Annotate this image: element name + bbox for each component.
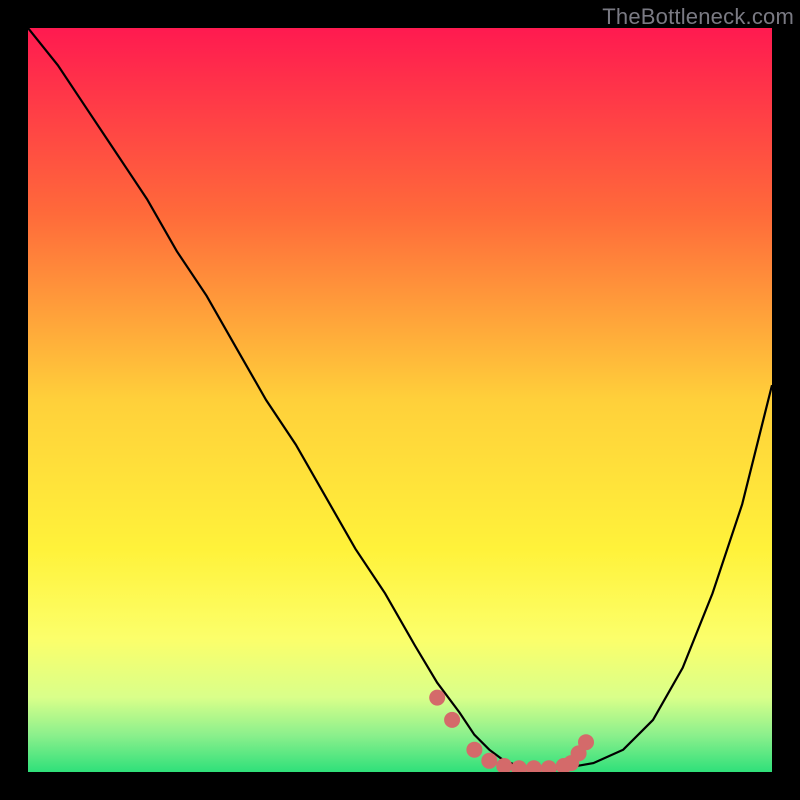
highlight-dot [429,690,445,706]
chart-frame [28,28,772,772]
plot-background [28,28,772,772]
highlight-dot [578,734,594,750]
chart-svg [28,28,772,772]
chart-stage: TheBottleneck.com [0,0,800,800]
watermark-text: TheBottleneck.com [602,4,794,30]
highlight-dot [466,742,482,758]
highlight-dot [481,753,497,769]
highlight-dot [444,712,460,728]
